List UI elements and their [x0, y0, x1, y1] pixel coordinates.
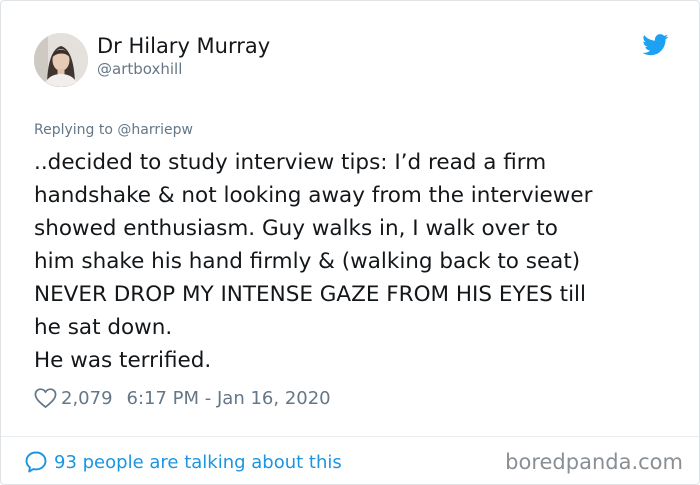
tweet-line: NEVER DROP MY INTENSE GAZE FROM HIS EYES… — [34, 282, 587, 307]
heart-outline-icon[interactable] — [34, 387, 57, 409]
speech-bubble-icon — [24, 450, 48, 474]
author-handle[interactable]: @artboxhill — [97, 59, 182, 79]
twitter-bird-glyph — [642, 34, 669, 56]
talking-about-link[interactable]: 93 people are talking about this — [24, 449, 342, 475]
watermark: boredpanda.com — [505, 450, 683, 474]
twitter-bird-icon[interactable] — [642, 34, 669, 56]
tweet-meta: 2,079 6:17 PM - Jan 16, 2020 — [34, 385, 331, 411]
tweet-line: ..decided to study interview tips: I’d r… — [34, 150, 547, 175]
tweet-line: he sat down. — [34, 315, 173, 340]
avatar[interactable] — [34, 33, 88, 87]
reply-context[interactable]: Replying to @harriepw — [34, 121, 193, 139]
tweet-line: showed enthusiasm. Guy walks in, I walk … — [34, 216, 558, 241]
like-count[interactable]: 2,079 — [61, 388, 113, 409]
tweet-line: He was terrified. — [34, 348, 212, 373]
footer-divider — [1, 436, 699, 437]
avatar-photo — [34, 33, 88, 87]
tweet-line: handshake & not looking away from the in… — [34, 183, 593, 208]
author-display-name[interactable]: Dr Hilary Murray — [97, 32, 270, 60]
talking-about-text: 93 people are talking about this — [54, 451, 342, 473]
tweet-card: Dr Hilary Murray @artboxhill Replying to… — [0, 0, 700, 485]
heart-glyph — [34, 388, 57, 408]
speech-bubble-glyph — [25, 451, 47, 473]
tweet-timestamp[interactable]: 6:17 PM - Jan 16, 2020 — [127, 388, 331, 409]
tweet-text: ..decided to study interview tips: I’d r… — [34, 146, 674, 377]
tweet-line: him shake his hand firmly & (walking bac… — [34, 249, 581, 274]
